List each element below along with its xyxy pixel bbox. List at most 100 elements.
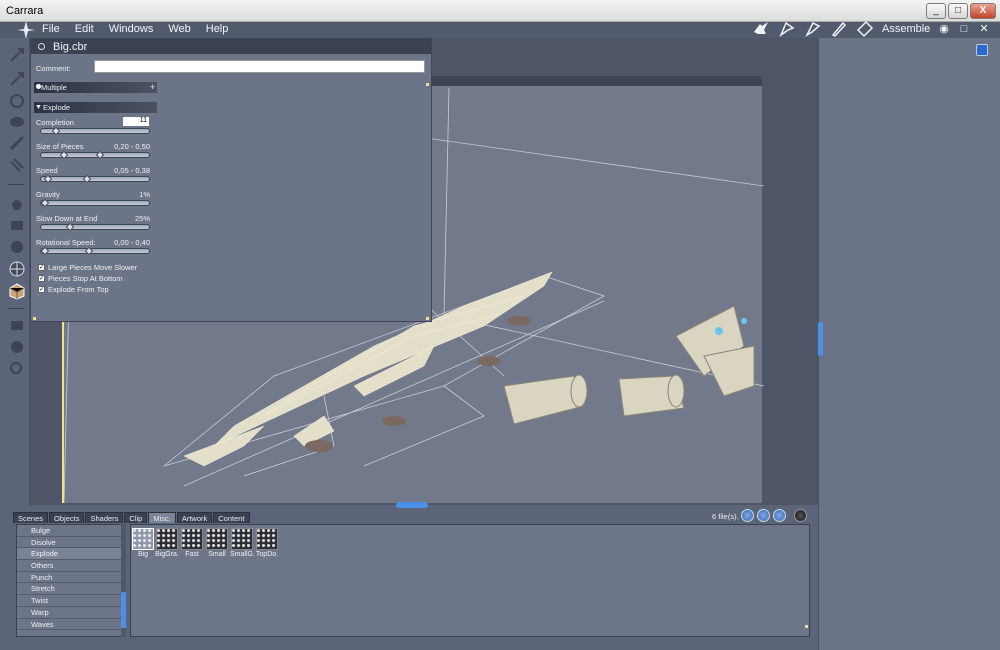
paint-shape-tool-icon[interactable]	[8, 282, 26, 300]
storyboard-room-icon[interactable]	[804, 20, 822, 38]
scrollbar-thumb[interactable]	[121, 592, 126, 628]
zoom-tool-icon[interactable]	[8, 260, 26, 278]
list-item[interactable]: Others	[17, 560, 121, 572]
texture-room-icon[interactable]	[830, 20, 848, 38]
move-tool-icon[interactable]	[8, 46, 26, 64]
close-window-button[interactable]: X	[970, 3, 996, 19]
slider-thumb[interactable]	[43, 174, 53, 184]
completion-slider[interactable]	[40, 126, 150, 136]
resize-corner[interactable]	[426, 317, 429, 320]
search-tool-icon[interactable]	[8, 360, 26, 378]
thumbnail-image	[256, 528, 278, 550]
chain-tool-icon[interactable]	[8, 156, 26, 174]
pin-icon[interactable]	[976, 44, 988, 56]
assemble-room-icon[interactable]	[752, 20, 770, 38]
slow-down-slider[interactable]	[40, 222, 150, 232]
list-item[interactable]: Explode	[17, 548, 121, 561]
rotational-speed-slider[interactable]	[40, 246, 150, 256]
resize-corner[interactable]	[426, 83, 429, 86]
tab-content[interactable]: Content	[213, 512, 250, 523]
view-icon[interactable]	[741, 509, 754, 522]
thumbnail-item[interactable]: TopDo.	[255, 528, 279, 558]
list-scrollbar[interactable]	[121, 524, 126, 637]
size-of-pieces-slider[interactable]	[40, 150, 150, 160]
resize-corner[interactable]	[33, 317, 36, 320]
browser-menu-icon[interactable]	[794, 509, 807, 522]
slider-thumb[interactable]	[95, 150, 105, 160]
checkbox[interactable]: ✓	[38, 275, 45, 282]
minimize-button[interactable]: _	[926, 3, 946, 19]
menu-edit[interactable]: Edit	[75, 23, 94, 35]
multiple-section[interactable]: Multiple +	[34, 82, 157, 93]
comment-field[interactable]	[94, 60, 425, 73]
slider-thumb[interactable]	[40, 198, 50, 208]
param-label: Gravity	[36, 190, 60, 199]
tab-scenes[interactable]: Scenes	[13, 512, 49, 523]
thumbnail-item[interactable]: Fast	[180, 528, 204, 558]
scale-tool-icon[interactable]	[8, 113, 26, 131]
link-tool-icon[interactable]	[8, 134, 26, 152]
light-tool-icon[interactable]	[8, 338, 26, 356]
slider-thumb[interactable]	[59, 150, 69, 160]
slider-thumb[interactable]	[84, 246, 94, 256]
completion-value-field[interactable]: 11	[123, 117, 149, 126]
tab-misc[interactable]: Misc.	[148, 512, 176, 523]
check-explode-top[interactable]: ✓ Explode From Top	[38, 285, 109, 294]
sidebar-toggle-handle[interactable]	[818, 322, 823, 356]
hand-tool-icon[interactable]	[8, 194, 26, 212]
checkbox[interactable]: ✓	[38, 286, 45, 293]
camera-tool-icon[interactable]	[8, 316, 26, 334]
model-room-icon[interactable]	[778, 20, 796, 38]
restore-icon[interactable]: □	[958, 22, 970, 36]
list-item[interactable]: Twist	[17, 595, 121, 607]
thumbnail-label: Small	[208, 551, 226, 558]
slider-thumb[interactable]	[40, 246, 50, 256]
tab-clip[interactable]: Clip	[124, 512, 148, 523]
slider-thumb[interactable]	[82, 174, 92, 184]
browser-resize-grip[interactable]	[396, 502, 428, 508]
view-icon[interactable]	[757, 509, 770, 522]
thumbnail-item[interactable]: Big	[131, 528, 155, 558]
panel-icon[interactable]	[38, 43, 45, 50]
track-tool-icon[interactable]	[8, 238, 26, 256]
tab-shaders[interactable]: Shaders	[85, 512, 124, 523]
resize-corner[interactable]	[805, 625, 808, 628]
menu-help[interactable]: Help	[206, 23, 229, 35]
speed-slider[interactable]	[40, 174, 150, 184]
checkbox[interactable]: ✓	[38, 264, 45, 271]
view-icon[interactable]	[773, 509, 786, 522]
explode-label: Explode	[43, 103, 71, 112]
list-item[interactable]: Disolve	[17, 537, 121, 549]
check-large-pieces[interactable]: ✓ Large Pieces Move Slower	[38, 263, 137, 272]
maximize-button[interactable]: □	[948, 3, 968, 19]
category-list: Bulge Disolve Explode Others Punch Stret…	[16, 524, 122, 637]
multiple-label: Multiple	[41, 83, 67, 92]
list-item[interactable]: Bulge	[17, 525, 121, 537]
thumbnail-item[interactable]: SmallG.	[230, 528, 255, 558]
thumbnail-item[interactable]: Small	[205, 528, 229, 558]
gravity-slider[interactable]	[40, 198, 150, 208]
list-item[interactable]: Stretch	[17, 583, 121, 596]
explode-section[interactable]: Explode	[34, 102, 157, 113]
list-item[interactable]: Waves	[17, 619, 121, 631]
tab-artwork[interactable]: Artwork	[176, 512, 213, 523]
menu-windows[interactable]: Windows	[109, 23, 154, 35]
check-pieces-stop[interactable]: ✓ Pieces Stop At Bottom	[38, 274, 123, 283]
spin-tool-icon[interactable]	[8, 92, 26, 110]
param-value: 0,20 - 0,50	[114, 142, 150, 151]
add-icon[interactable]: +	[150, 82, 155, 93]
list-item[interactable]: Warp	[17, 607, 121, 619]
close-icon[interactable]: ✕	[978, 22, 990, 36]
dolly-tool-icon[interactable]	[8, 216, 26, 234]
list-item[interactable]: Punch	[17, 572, 121, 584]
slider-thumb[interactable]	[65, 222, 75, 232]
param-label: Completion	[36, 118, 74, 127]
tab-objects[interactable]: Objects	[49, 512, 85, 523]
eye-icon[interactable]: ◉	[938, 22, 950, 36]
render-room-icon[interactable]	[856, 20, 874, 38]
slider-thumb[interactable]	[51, 126, 61, 136]
menu-file[interactable]: File	[42, 23, 60, 35]
thumbnail-item[interactable]: BigGra.	[155, 528, 179, 558]
rotate-tool-icon[interactable]	[8, 70, 26, 88]
menu-web[interactable]: Web	[168, 23, 190, 35]
